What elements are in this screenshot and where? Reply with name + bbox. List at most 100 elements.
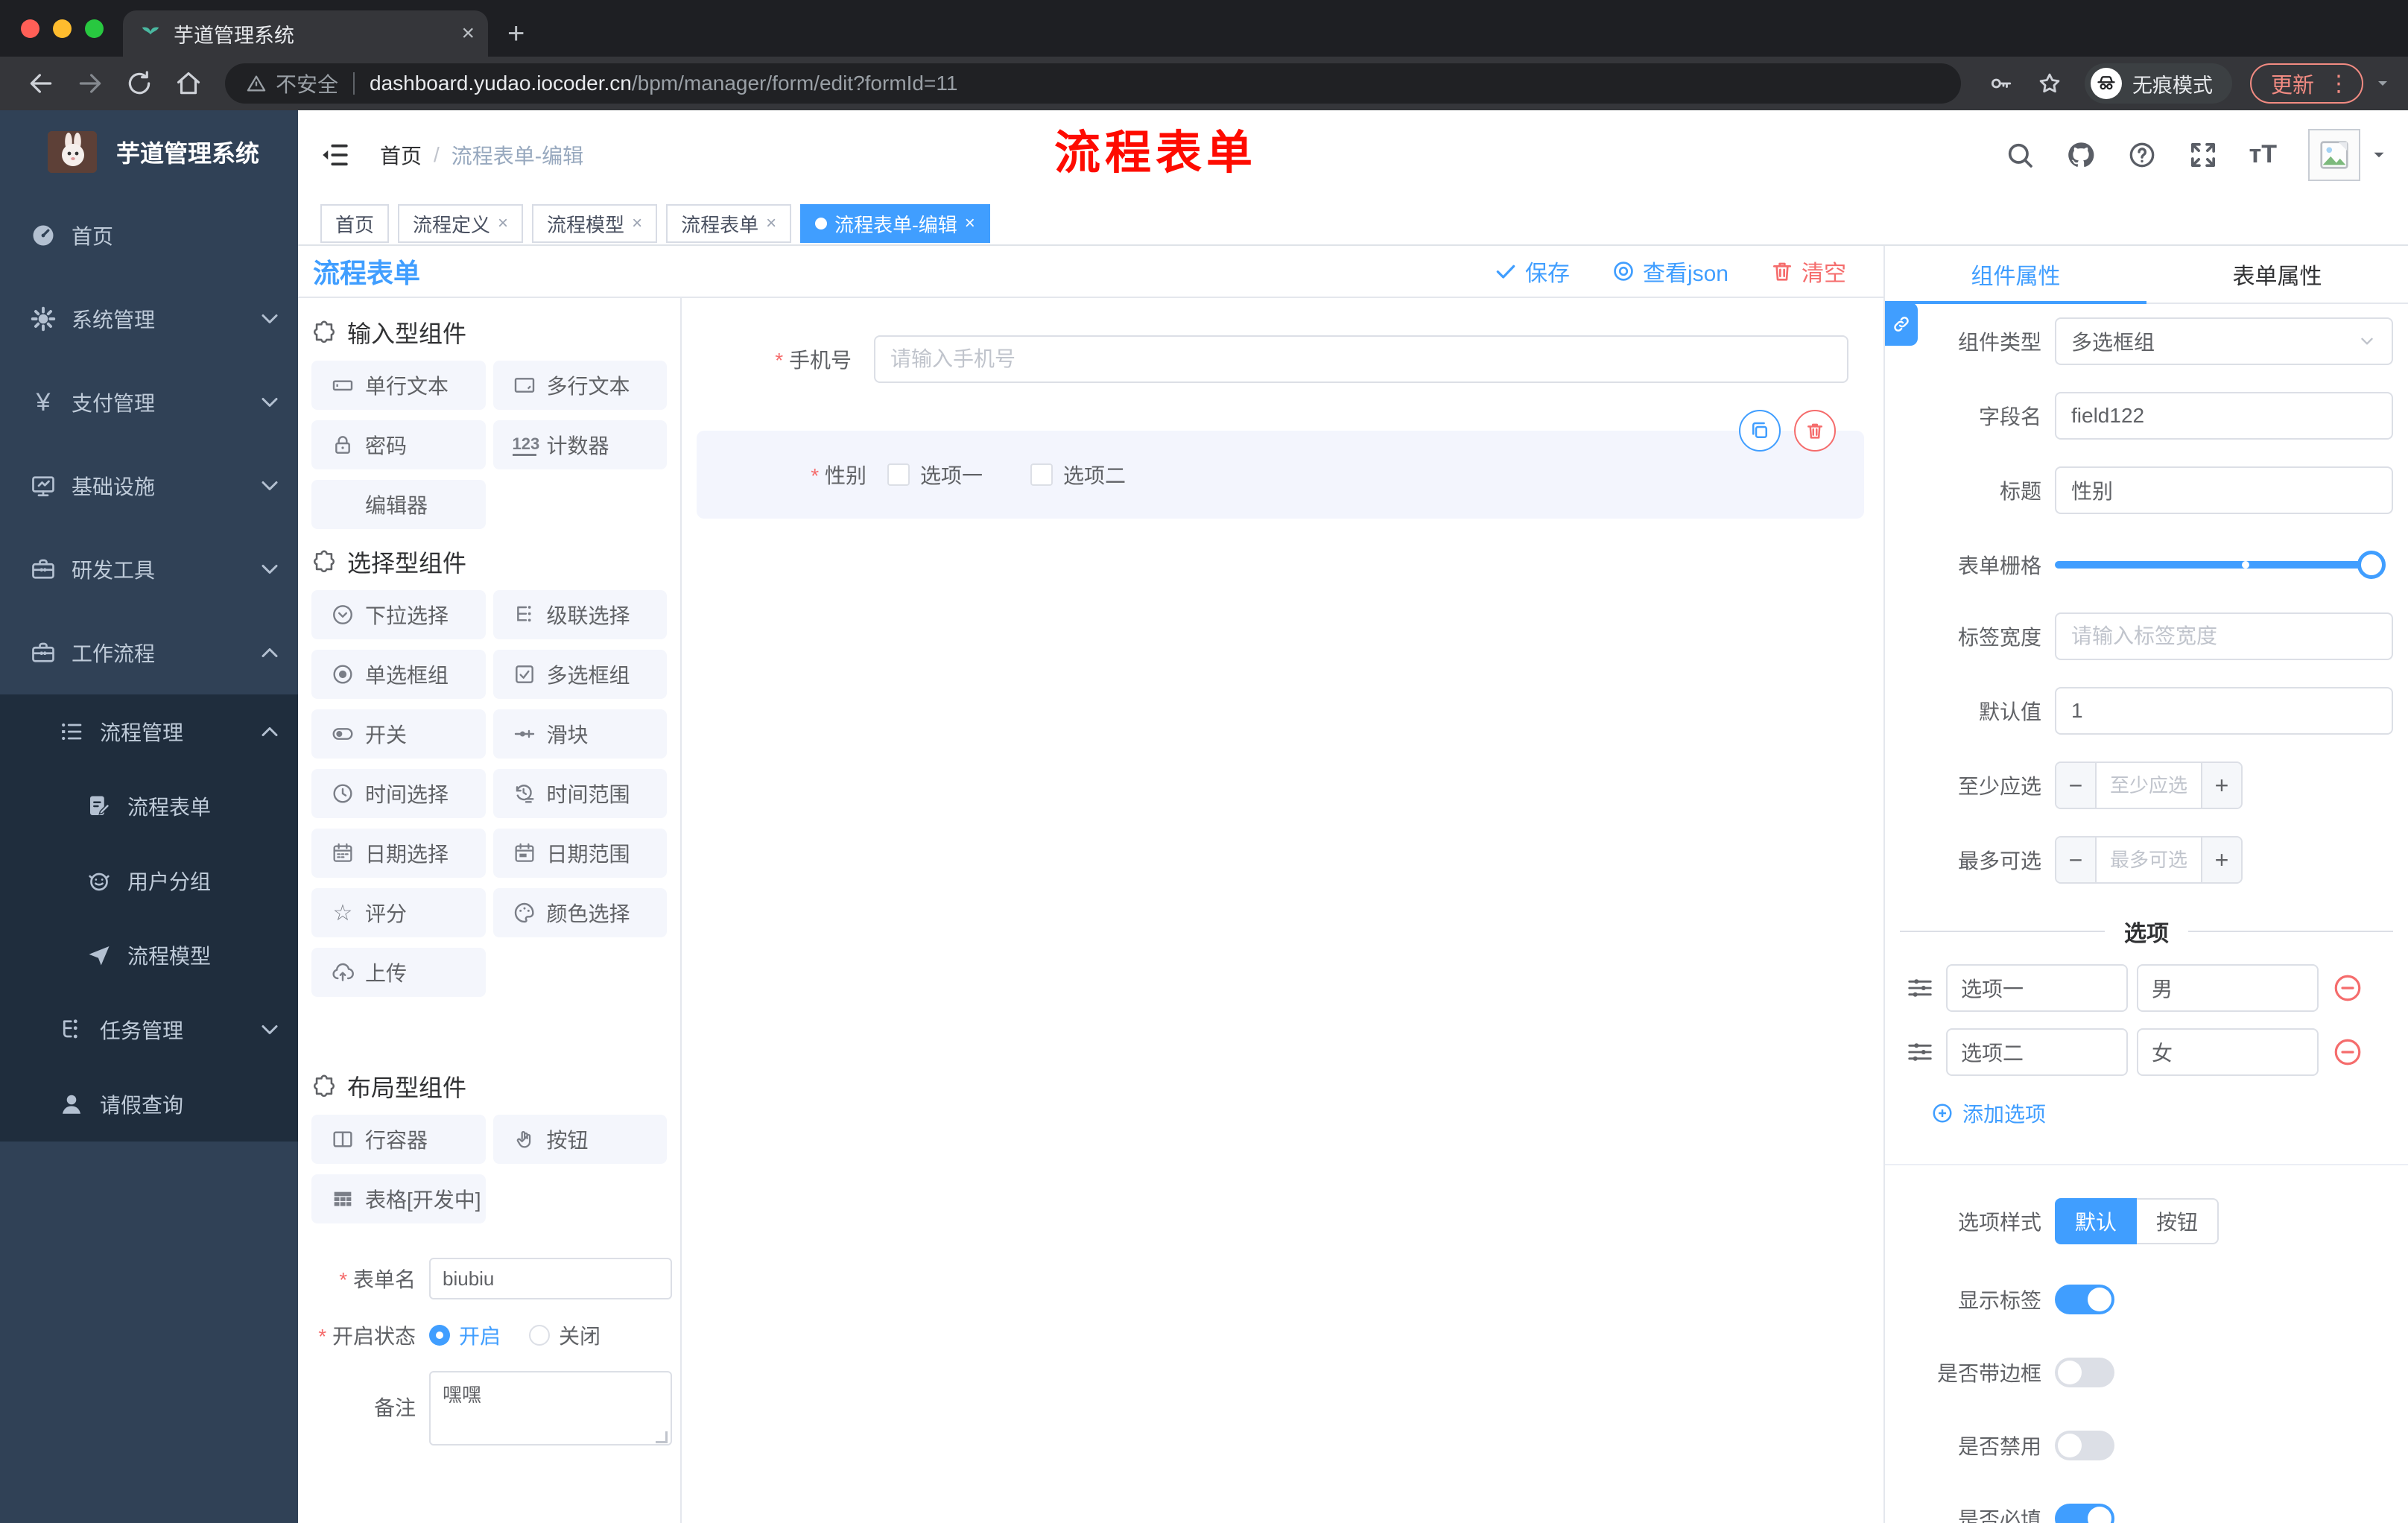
tab-form-props[interactable]: 表单属性 bbox=[2146, 246, 2408, 303]
selected-gender-component[interactable]: 性别 选项一 选项二 bbox=[697, 410, 1864, 519]
sidebar-item-8[interactable]: 用户分组 bbox=[0, 843, 298, 918]
status-on-radio[interactable] bbox=[429, 1325, 450, 1346]
slider-knob[interactable] bbox=[2357, 551, 2386, 579]
min-select-input[interactable] bbox=[2095, 763, 2202, 808]
toggle-switch-on[interactable] bbox=[2055, 1504, 2114, 1523]
component-chip-开关[interactable]: 开关 bbox=[311, 709, 486, 759]
component-chip-单行文本[interactable]: 单行文本 bbox=[311, 361, 486, 410]
form-remark-textarea[interactable] bbox=[429, 1371, 672, 1446]
browser-update-button[interactable]: 更新 ⋮ bbox=[2249, 63, 2363, 104]
component-chip-时间范围[interactable]: 时间范围 bbox=[492, 769, 667, 818]
toggle-switch-on[interactable] bbox=[2055, 1285, 2114, 1314]
component-chip-行容器[interactable]: 行容器 bbox=[311, 1115, 486, 1164]
component-chip-计数器[interactable]: 123 计数器 bbox=[492, 420, 667, 469]
field-name-input[interactable] bbox=[2055, 392, 2393, 440]
reload-icon[interactable] bbox=[125, 69, 153, 98]
component-chip-下拉选择[interactable]: 下拉选择 bbox=[311, 590, 486, 639]
component-type-select[interactable]: 多选框组 bbox=[2055, 317, 2393, 365]
avatar-caret-icon[interactable] bbox=[2369, 145, 2389, 165]
bookmark-star-icon[interactable] bbox=[2037, 71, 2062, 96]
component-chip-时间选择[interactable]: 时间选择 bbox=[311, 769, 486, 818]
remove-option-icon[interactable] bbox=[2332, 972, 2363, 1004]
option-value-input[interactable] bbox=[2137, 964, 2319, 1012]
component-chip-按钮[interactable]: 按钮 bbox=[492, 1115, 667, 1164]
title-input[interactable] bbox=[2055, 466, 2393, 514]
copy-component-button[interactable] bbox=[1739, 410, 1781, 452]
field-link-handle[interactable] bbox=[1885, 303, 1918, 346]
github-icon[interactable] bbox=[2066, 140, 2096, 170]
component-chip-颜色选择[interactable]: 颜色选择 bbox=[492, 888, 667, 937]
fullscreen-icon[interactable] bbox=[2188, 140, 2218, 170]
downloads-caret-icon[interactable] bbox=[2374, 75, 2392, 92]
window-controls[interactable] bbox=[0, 0, 123, 57]
minus-button[interactable]: − bbox=[2056, 838, 2095, 882]
home-icon[interactable] bbox=[174, 69, 203, 98]
component-chip-评分[interactable]: ☆ 评分 bbox=[311, 888, 486, 937]
avatar[interactable] bbox=[2308, 129, 2360, 181]
toggle-switch-off[interactable] bbox=[2055, 1358, 2114, 1387]
plus-button[interactable]: + bbox=[2202, 763, 2241, 808]
tab-component-props[interactable]: 组件属性 bbox=[1885, 246, 2146, 304]
sidebar-item-0[interactable]: 首页 bbox=[0, 194, 298, 277]
component-chip-多选框组[interactable]: 多选框组 bbox=[492, 650, 667, 699]
back-icon[interactable] bbox=[27, 69, 55, 98]
remove-option-icon[interactable] bbox=[2332, 1036, 2363, 1068]
tag-close-icon[interactable]: × bbox=[632, 213, 642, 234]
zoom-window-button[interactable] bbox=[85, 19, 104, 38]
phone-field-row[interactable]: 手机号 bbox=[682, 335, 1883, 383]
minus-button[interactable]: − bbox=[2056, 763, 2095, 808]
max-select-input[interactable] bbox=[2095, 838, 2202, 882]
form-canvas[interactable]: 手机号 性别 选项一 选项二 bbox=[682, 298, 1883, 1523]
search-icon[interactable] bbox=[2005, 140, 2035, 170]
drag-handle-icon[interactable] bbox=[1906, 1038, 1934, 1066]
forward-icon[interactable] bbox=[76, 69, 104, 98]
resize-handle-icon[interactable] bbox=[656, 1431, 668, 1443]
new-tab-button[interactable]: + bbox=[507, 17, 525, 57]
password-key-icon[interactable] bbox=[1988, 71, 2013, 96]
breadcrumb-home[interactable]: 首页 bbox=[380, 140, 422, 170]
option-label-input[interactable] bbox=[1946, 1028, 2128, 1076]
tag-close-icon[interactable]: × bbox=[965, 213, 975, 234]
close-window-button[interactable] bbox=[21, 19, 39, 38]
label-width-input[interactable] bbox=[2055, 612, 2393, 660]
clear-button[interactable]: 清空 bbox=[1770, 255, 1846, 288]
style-button-button[interactable]: 按钮 bbox=[2137, 1198, 2219, 1244]
sidebar-item-3[interactable]: 基础设施 bbox=[0, 444, 298, 528]
component-chip-级联选择[interactable]: 级联选择 bbox=[492, 590, 667, 639]
sidebar-item-11[interactable]: 请假查询 bbox=[0, 1067, 298, 1142]
view-json-button[interactable]: 查看json bbox=[1612, 255, 1729, 288]
font-size-icon[interactable]: тT bbox=[2249, 140, 2277, 170]
sidebar-item-6[interactable]: 流程管理 bbox=[0, 694, 298, 769]
tag-0[interactable]: 首页 bbox=[320, 204, 390, 243]
drag-handle-icon[interactable] bbox=[1906, 974, 1934, 1002]
sidebar-item-5[interactable]: 工作流程 bbox=[0, 611, 298, 694]
tag-4[interactable]: 流程表单-编辑 × bbox=[800, 204, 990, 243]
address-bar[interactable]: 不安全 dashboard.yudao.iocoder.cn/bpm/manag… bbox=[225, 63, 1961, 104]
browser-tab[interactable]: 芋道管理系统 × bbox=[123, 10, 488, 57]
component-chip-单选框组[interactable]: 单选框组 bbox=[311, 650, 486, 699]
gender-option2-checkbox[interactable] bbox=[1030, 463, 1054, 486]
gender-option1-checkbox[interactable] bbox=[887, 463, 910, 486]
plus-button[interactable]: + bbox=[2202, 838, 2241, 882]
component-chip-上传[interactable]: 上传 bbox=[311, 948, 486, 997]
option-value-input[interactable] bbox=[2137, 1028, 2319, 1076]
add-option-button[interactable]: 添加选项 bbox=[1931, 1098, 2408, 1128]
default-value-input[interactable] bbox=[2055, 687, 2393, 735]
component-chip-日期范围[interactable]: 日期范围 bbox=[492, 829, 667, 878]
delete-component-button[interactable] bbox=[1794, 410, 1836, 452]
option-label-input[interactable] bbox=[1946, 964, 2128, 1012]
component-chip-编辑器[interactable]: 编辑器 bbox=[311, 480, 486, 529]
browser-menu-icon[interactable]: ⋮ bbox=[2328, 71, 2350, 97]
sidebar-item-7[interactable]: 流程表单 bbox=[0, 769, 298, 843]
form-name-input[interactable] bbox=[429, 1258, 672, 1299]
component-chip-密码[interactable]: 密码 bbox=[311, 420, 486, 469]
tag-close-icon[interactable]: × bbox=[498, 213, 508, 234]
tag-close-icon[interactable]: × bbox=[766, 213, 776, 234]
tag-1[interactable]: 流程定义 × bbox=[398, 204, 524, 243]
save-button[interactable]: 保存 bbox=[1494, 255, 1570, 288]
sidebar-logo[interactable]: 芋道管理系统 bbox=[0, 110, 298, 194]
component-chip-表格[开发中][interactable]: 表格[开发中] bbox=[311, 1174, 486, 1223]
sidebar-collapse-icon[interactable] bbox=[319, 139, 350, 171]
tag-3[interactable]: 流程表单 × bbox=[666, 204, 792, 243]
tag-2[interactable]: 流程模型 × bbox=[532, 204, 658, 243]
